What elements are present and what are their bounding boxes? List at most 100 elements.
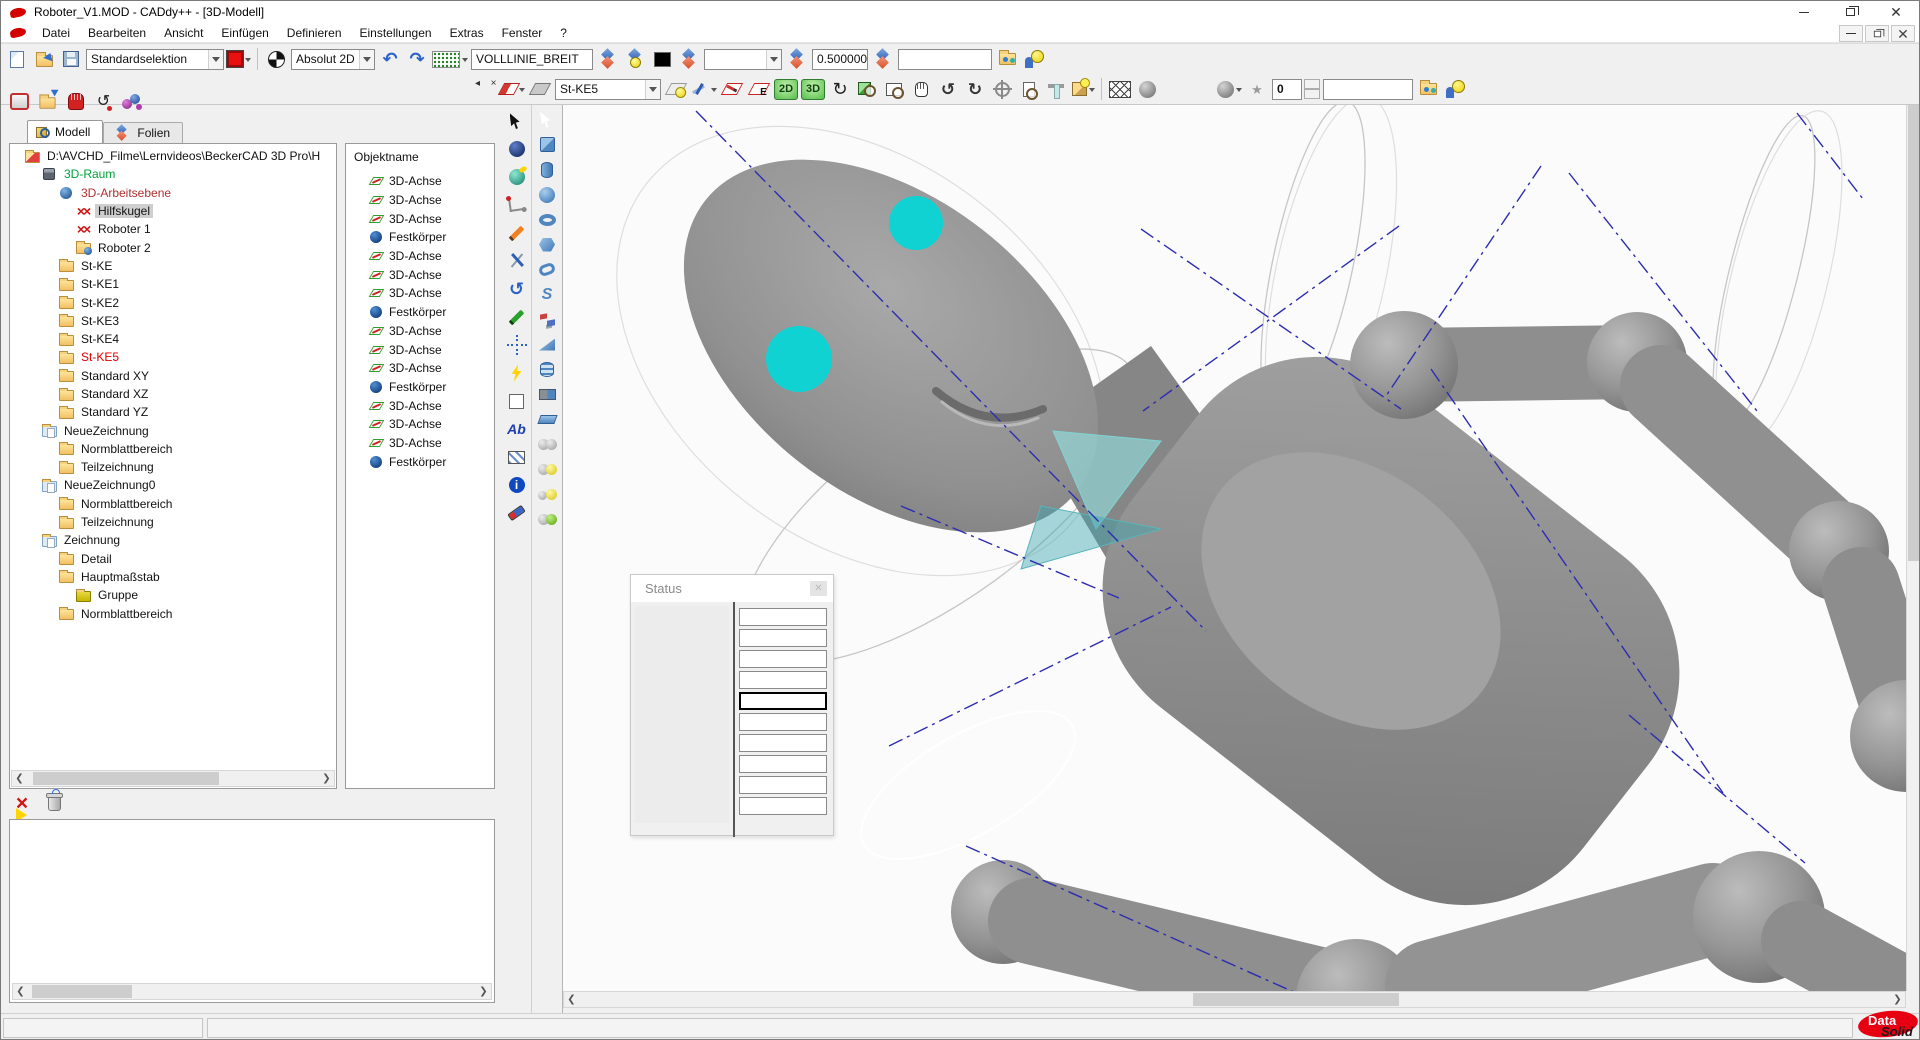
zoom-window-button[interactable] [882, 77, 906, 101]
sketch-tool-button[interactable] [504, 304, 530, 330]
status-window[interactable]: Status ✕ [630, 574, 834, 836]
tab-modell[interactable]: Modell [27, 120, 103, 144]
tree-item[interactable]: St-KE5 [10, 348, 336, 366]
layer-diamond-button[interactable] [785, 47, 809, 71]
rotate-right-button[interactable]: ↻ [963, 77, 987, 101]
linetype-input[interactable]: VOLLLINIE_BREIT [471, 49, 593, 70]
tree-item[interactable]: D:\AVCHD_Filme\Lernvideos\BeckerCAD 3D P… [10, 147, 336, 165]
restore-button[interactable] [1827, 1, 1873, 23]
child-restore-button[interactable] [1865, 25, 1889, 42]
slab-primitive-button[interactable] [534, 408, 560, 431]
zoom-page-button[interactable] [1017, 77, 1041, 101]
view-3d-button[interactable]: 3D [801, 79, 825, 100]
boolean-add-button[interactable] [534, 458, 560, 481]
select-tool-button[interactable] [504, 108, 530, 134]
workplane-edit-button[interactable] [747, 77, 771, 101]
tree-item[interactable]: Standard XY [10, 367, 336, 385]
new-file-button[interactable] [5, 47, 29, 71]
object-list-item[interactable]: 3D-Achse [346, 434, 494, 453]
3d-viewport[interactable]: Status ✕ [563, 105, 1906, 991]
scroll-thumb[interactable] [32, 985, 132, 998]
dimension-tool-button[interactable] [504, 388, 530, 414]
eraser-tool-button[interactable] [504, 500, 530, 526]
delete-cross-button[interactable]: × [9, 791, 35, 815]
folder-users-button[interactable] [995, 47, 1019, 71]
workplane-pen-button[interactable] [720, 77, 744, 101]
sphere-tool-button[interactable] [504, 136, 530, 162]
add-folder-button[interactable] [35, 89, 60, 114]
status-window-titlebar[interactable]: Status ✕ [631, 575, 833, 602]
tree-item[interactable]: NeueZeichnung0 [10, 476, 336, 494]
grid-pattern-button[interactable] [432, 47, 468, 71]
users-bulb-button[interactable] [1443, 77, 1467, 101]
zoom-solid-button[interactable] [855, 77, 879, 101]
contrast-button[interactable] [264, 47, 288, 71]
menu-Einfügen[interactable]: Einfügen [213, 24, 276, 42]
tree-item[interactable]: Normblattbereich [10, 440, 336, 458]
redo-button[interactable]: ↷ [405, 47, 429, 71]
workplane-combo[interactable]: St-KE5 [555, 79, 661, 100]
workplane-bulb-button[interactable] [664, 77, 688, 101]
menu-Extras[interactable]: Extras [442, 24, 492, 42]
zoom-all-button[interactable] [990, 77, 1014, 101]
tree-item[interactable]: Hauptmaßstab [10, 568, 336, 586]
tree-item[interactable]: 3D-Arbeitsebene [10, 184, 336, 202]
tree-item[interactable]: ××Hilfskugel [10, 202, 336, 220]
tree-item[interactable]: Standard YZ [10, 403, 336, 421]
wedge-primitive-button[interactable] [534, 333, 560, 356]
title-bar[interactable]: Roboter_V1.MOD - CADdy++ - [3D-Modell] ✕ [1, 1, 1919, 23]
open-file-button[interactable] [32, 47, 56, 71]
scroll-right-arrow[interactable]: ❯ [476, 984, 491, 999]
measure-tool-button[interactable] [504, 248, 530, 274]
tree-item[interactable]: St-KE2 [10, 293, 336, 311]
orbit-button[interactable]: ↻ [828, 77, 852, 101]
object-list-item[interactable]: 3D-Achse [346, 340, 494, 359]
tree-item[interactable]: Gruppe [10, 586, 336, 604]
profile-primitive-button[interactable] [534, 258, 560, 281]
kinematics-tool-button[interactable] [504, 192, 530, 218]
dock-left-button[interactable]: ◂ [471, 77, 484, 90]
boolean-subtract-button[interactable] [534, 483, 560, 506]
layer-diamond-button[interactable] [596, 47, 620, 71]
boolean-union-button[interactable] [534, 433, 560, 456]
menu-Definieren[interactable]: Definieren [279, 24, 350, 42]
scroll-thumb[interactable] [1908, 105, 1920, 561]
tree-item[interactable]: Normblattbereich [10, 604, 336, 622]
panel-box-button[interactable] [7, 89, 32, 114]
save-button[interactable] [59, 47, 83, 71]
tree-item[interactable]: St-KE3 [10, 312, 336, 330]
workplane-red-button[interactable] [501, 77, 525, 101]
workplane-tools-button[interactable] [691, 77, 717, 101]
tree-item[interactable]: 3D-Raum [10, 165, 336, 183]
object-list-item[interactable]: 3D-Achse [346, 191, 494, 210]
scroll-right-arrow[interactable]: ❯ [1890, 992, 1905, 1007]
drafting-button[interactable] [1044, 77, 1068, 101]
menu-Einstellungen[interactable]: Einstellungen [352, 24, 440, 42]
object-list-item[interactable]: 3D-Achse [346, 415, 494, 434]
tree-item[interactable]: Normblattbereich [10, 495, 336, 513]
undo-button[interactable]: ↶ [378, 47, 402, 71]
menu-Bearbeiten[interactable]: Bearbeiten [80, 24, 154, 42]
object-list-item[interactable]: 3D-Achse [346, 247, 494, 266]
tree-item[interactable]: St-KE [10, 257, 336, 275]
boolean-intersect-button[interactable] [534, 508, 560, 531]
star-button[interactable]: ★ [1245, 77, 1269, 101]
rotate-edit-button[interactable]: ↺ [91, 89, 116, 114]
layer-diamond-button[interactable] [871, 47, 895, 71]
rotate-tool-button[interactable]: ↺ [504, 276, 530, 302]
view-2d-button[interactable]: 2D [774, 79, 798, 100]
tree-item[interactable]: St-KE4 [10, 330, 336, 348]
scroll-thumb[interactable] [1193, 993, 1399, 1006]
scroll-right-arrow[interactable]: ❯ [319, 771, 334, 786]
object-list-item[interactable]: 3D-Achse [346, 209, 494, 228]
object-list-item[interactable]: Festkörper [346, 228, 494, 247]
menu-help[interactable]: ? [552, 24, 575, 42]
tree-item[interactable]: Roboter 2 [10, 238, 336, 256]
tree-item[interactable]: Detail [10, 550, 336, 568]
grab-hand-button[interactable] [63, 89, 88, 114]
close-panel-button[interactable]: × [487, 77, 500, 90]
count-spinner[interactable]: 0 [1272, 79, 1320, 100]
line-style-combo[interactable] [704, 49, 782, 70]
object-list-item[interactable]: 3D-Achse [346, 322, 494, 341]
view-extra-input[interactable] [1323, 79, 1413, 100]
